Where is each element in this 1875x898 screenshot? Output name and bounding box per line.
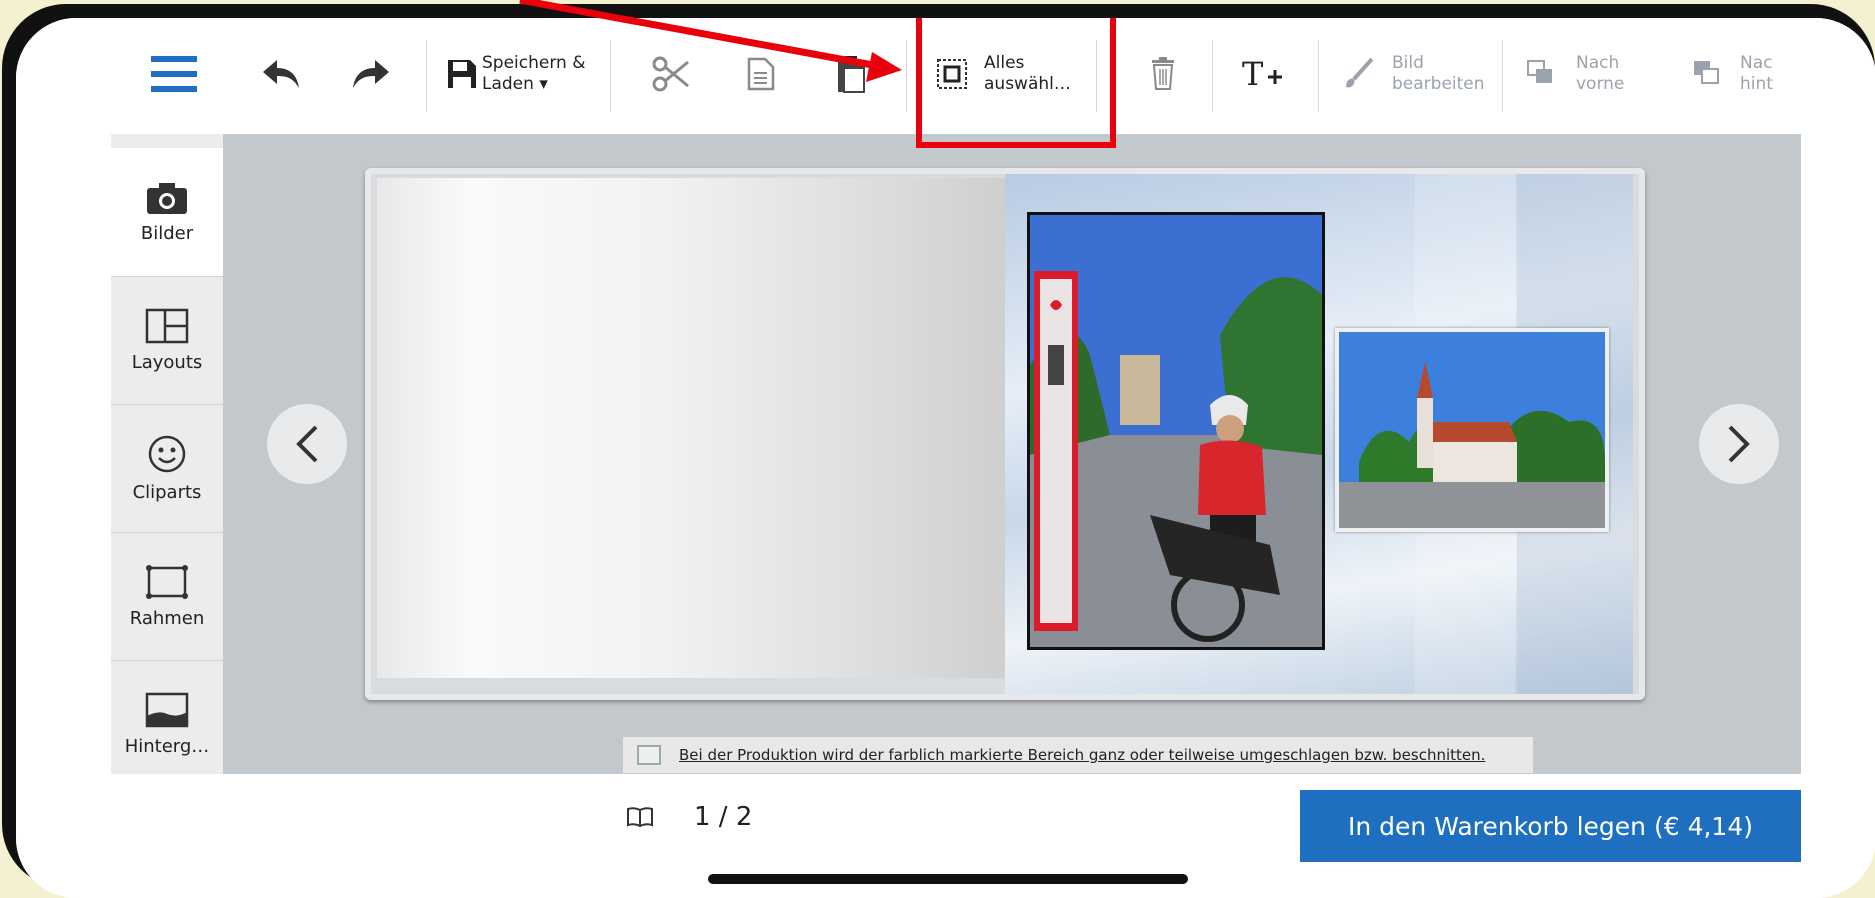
annotation-arrow <box>519 0 902 82</box>
